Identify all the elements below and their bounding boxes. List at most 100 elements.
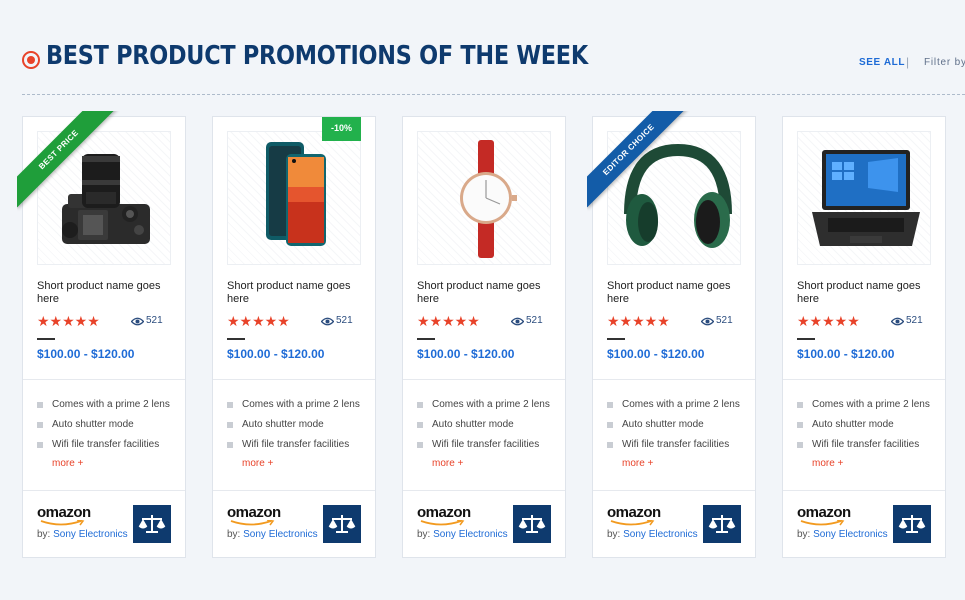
by-label: by: [227, 529, 241, 540]
eye-icon [511, 317, 524, 326]
eye-icon [891, 317, 904, 326]
seller-link[interactable]: Sony Electronics [623, 529, 697, 540]
product-name[interactable]: Short product name goes here [797, 280, 937, 306]
more-link[interactable]: more + [622, 458, 653, 469]
product-card[interactable]: -10% Short product name goes here ★★★★★ … [212, 116, 376, 558]
best-price-ribbon: BEST PRICE [17, 111, 127, 221]
scale-icon [328, 515, 356, 533]
product-card[interactable]: BEST PRICE Short product name goes here … [17, 111, 186, 558]
section-title: BEST PRODUCT PROMOTIONS OF THE WEEK [46, 41, 588, 71]
seller-line: by: Sony Electronics [607, 529, 698, 540]
scale-icon [518, 515, 546, 533]
feature-item: Comes with a prime 2 lens [607, 399, 740, 419]
by-label: by: [417, 529, 431, 540]
feature-item: Wifi file transfer facilities [227, 439, 360, 459]
product-image[interactable] [797, 131, 931, 265]
more-link[interactable]: more + [52, 458, 83, 469]
section-header: BEST PRODUCT PROMOTIONS OF THE WEEK SEE … [0, 0, 965, 100]
ribbon-label: BEST PRICE [17, 111, 117, 208]
feature-item: Wifi file transfer facilities [607, 439, 740, 459]
feature-list: Comes with a prime 2 lens Auto shutter m… [797, 399, 930, 459]
feature-item: Wifi file transfer facilities [37, 439, 170, 459]
scale-icon [138, 515, 166, 533]
seller-link[interactable]: Sony Electronics [53, 529, 127, 540]
target-icon [22, 51, 40, 69]
feature-list: Comes with a prime 2 lens Auto shutter m… [37, 399, 170, 459]
divider [593, 379, 755, 380]
filter-by-dropdown[interactable]: Filter by [924, 57, 965, 68]
star-rating: ★★★★★ [607, 313, 670, 329]
view-count: 521 [716, 315, 733, 326]
product-name[interactable]: Short product name goes here [417, 280, 557, 306]
see-all-link[interactable]: SEE ALL [859, 57, 905, 68]
header-separator: | [906, 55, 910, 69]
eye-icon [701, 317, 714, 326]
feature-item: Auto shutter mode [37, 419, 170, 439]
more-link[interactable]: more + [812, 458, 843, 469]
laptop-icon [812, 150, 920, 246]
divider [213, 379, 375, 380]
price-divider [227, 338, 245, 340]
feature-item: Auto shutter mode [797, 419, 930, 439]
watch-icon [460, 140, 517, 258]
view-count: 521 [906, 315, 923, 326]
product-name[interactable]: Short product name goes here [607, 280, 747, 306]
seller-line: by: Sony Electronics [37, 529, 128, 540]
compare-button[interactable] [513, 505, 551, 543]
eye-icon [131, 317, 144, 326]
feature-item: Wifi file transfer facilities [797, 439, 930, 459]
seller-link[interactable]: Sony Electronics [813, 529, 887, 540]
product-name[interactable]: Short product name goes here [37, 280, 177, 306]
product-card[interactable]: Short product name goes here ★★★★★ 521 $… [402, 116, 566, 558]
price-range: $100.00 - $120.00 [37, 347, 135, 361]
seller-line: by: Sony Electronics [797, 529, 888, 540]
star-rating: ★★★★★ [417, 313, 480, 329]
smile-arrow-icon [800, 520, 845, 526]
brand-logo[interactable]: omazon [797, 504, 851, 521]
feature-list: Comes with a prime 2 lens Auto shutter m… [227, 399, 360, 459]
divider [23, 379, 185, 380]
seller-link[interactable]: Sony Electronics [243, 529, 317, 540]
compare-button[interactable] [703, 505, 741, 543]
feature-item: Comes with a prime 2 lens [797, 399, 930, 419]
more-link[interactable]: more + [432, 458, 463, 469]
product-card[interactable]: EDITOR CHOICE Short product name goes he… [587, 111, 756, 558]
view-count: 521 [336, 315, 353, 326]
smile-arrow-icon [420, 520, 465, 526]
seller-line: by: Sony Electronics [417, 529, 508, 540]
view-count: 521 [526, 315, 543, 326]
divider [403, 379, 565, 380]
more-link[interactable]: more + [242, 458, 273, 469]
star-rating: ★★★★★ [37, 313, 100, 329]
star-rating: ★★★★★ [797, 313, 860, 329]
product-card[interactable]: Short product name goes here ★★★★★ 521 $… [782, 116, 946, 558]
seller-line: by: Sony Electronics [227, 529, 318, 540]
price-divider [417, 338, 435, 340]
product-image[interactable] [227, 131, 361, 265]
view-count: 521 [146, 315, 163, 326]
price-range: $100.00 - $120.00 [417, 347, 515, 361]
smartphone-icon [266, 142, 326, 246]
editor-choice-ribbon: EDITOR CHOICE [587, 111, 697, 221]
brand-logo[interactable]: omazon [227, 504, 281, 521]
header-divider [22, 94, 965, 95]
smile-arrow-icon [40, 520, 85, 526]
price-range: $100.00 - $120.00 [607, 347, 705, 361]
star-rating: ★★★★★ [227, 313, 290, 329]
product-name[interactable]: Short product name goes here [227, 280, 367, 306]
by-label: by: [37, 529, 51, 540]
brand-logo[interactable]: omazon [607, 504, 661, 521]
compare-button[interactable] [133, 505, 171, 543]
divider [783, 490, 945, 491]
compare-button[interactable] [323, 505, 361, 543]
compare-button[interactable] [893, 505, 931, 543]
by-label: by: [797, 529, 811, 540]
smile-arrow-icon [230, 520, 275, 526]
divider [593, 490, 755, 491]
product-image[interactable] [417, 131, 551, 265]
price-divider [607, 338, 625, 340]
price-range: $100.00 - $120.00 [797, 347, 895, 361]
brand-logo[interactable]: omazon [37, 504, 91, 521]
seller-link[interactable]: Sony Electronics [433, 529, 507, 540]
brand-logo[interactable]: omazon [417, 504, 471, 521]
